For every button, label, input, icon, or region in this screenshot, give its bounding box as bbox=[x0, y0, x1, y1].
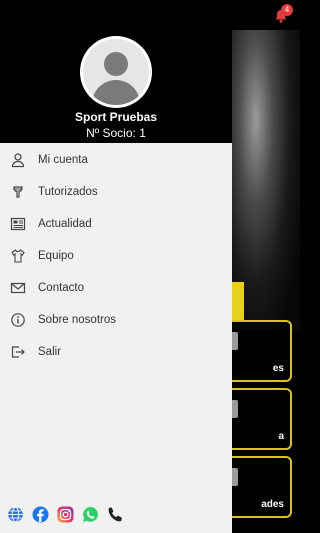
instagram-icon[interactable] bbox=[57, 506, 74, 523]
info-icon bbox=[10, 312, 26, 328]
menu-item-label: Actualidad bbox=[38, 218, 92, 230]
drawer-menu: Mi cuenta Tutorizados Actualidad Equipo … bbox=[0, 144, 232, 368]
menu-item-label: Tutorizados bbox=[38, 186, 98, 198]
menu-item-sobre-nosotros[interactable]: Sobre nosotros bbox=[0, 304, 232, 336]
facebook-icon[interactable] bbox=[32, 506, 49, 523]
menu-item-label: Equipo bbox=[38, 250, 74, 262]
envelope-icon bbox=[10, 280, 26, 296]
card-label: es bbox=[272, 363, 284, 374]
drawer-header: Sport Pruebas Nº Socio: 1 bbox=[0, 30, 232, 143]
hero-image bbox=[232, 30, 300, 330]
phone-icon[interactable] bbox=[107, 506, 124, 523]
member-number: Nº Socio: 1 bbox=[86, 126, 146, 140]
whatsapp-icon[interactable] bbox=[82, 506, 99, 523]
avatar-placeholder-icon bbox=[83, 39, 149, 105]
card-label: a bbox=[278, 431, 284, 442]
logout-icon bbox=[10, 344, 26, 360]
social-links bbox=[7, 506, 124, 523]
menu-item-label: Sobre nosotros bbox=[38, 314, 116, 326]
top-bar: 4 bbox=[0, 0, 300, 30]
globe-icon[interactable] bbox=[7, 506, 24, 523]
menu-item-equipo[interactable]: Equipo bbox=[0, 240, 232, 272]
menu-item-tutorizados[interactable]: Tutorizados bbox=[0, 176, 232, 208]
menu-item-label: Contacto bbox=[38, 282, 85, 294]
user-icon bbox=[10, 152, 26, 168]
avatar[interactable] bbox=[80, 36, 152, 108]
navigation-drawer: Sport Pruebas Nº Socio: 1 Mi cuenta Tuto… bbox=[0, 30, 232, 533]
menu-item-label: Salir bbox=[38, 346, 62, 358]
menu-item-label: Mi cuenta bbox=[38, 154, 88, 166]
menu-item-actualidad[interactable]: Actualidad bbox=[0, 208, 232, 240]
newspaper-icon bbox=[10, 216, 26, 232]
menu-item-salir[interactable]: Salir bbox=[0, 336, 232, 368]
card-label: ades bbox=[261, 499, 284, 510]
shirt-icon bbox=[10, 248, 26, 264]
menu-item-contacto[interactable]: Contacto bbox=[0, 272, 232, 304]
notification-badge: 4 bbox=[281, 4, 293, 16]
menu-item-mi-cuenta[interactable]: Mi cuenta bbox=[0, 144, 232, 176]
whistle-icon bbox=[10, 184, 26, 200]
user-name: Sport Pruebas bbox=[74, 110, 158, 124]
